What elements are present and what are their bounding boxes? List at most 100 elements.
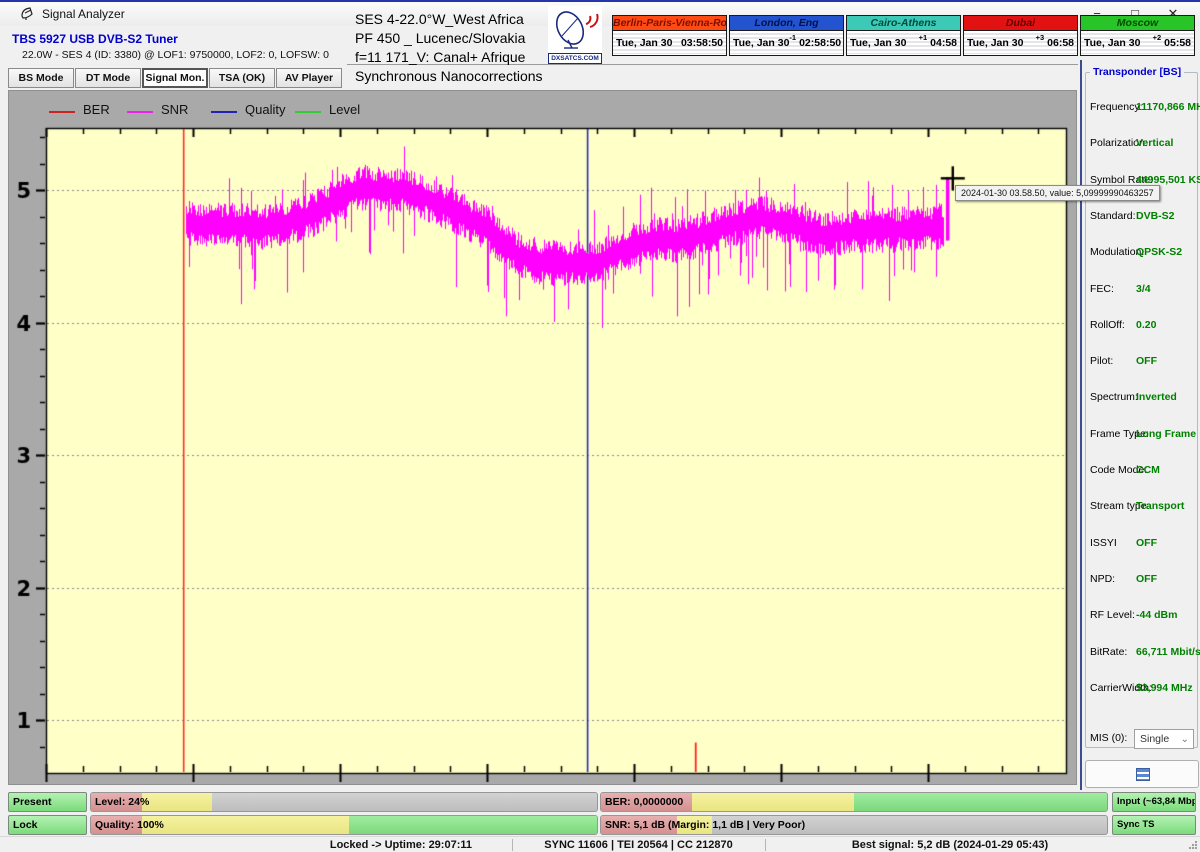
- clock-city: London, Eng: [730, 16, 843, 31]
- transponder-row-label: RF Level:: [1090, 609, 1135, 621]
- mode-tabs: BS Mode DT Mode Signal Mon. TSA (OK) AV …: [8, 68, 342, 88]
- app-icon: [20, 6, 35, 26]
- tab-signal-mon[interactable]: Signal Mon.: [142, 68, 208, 88]
- mis-value: Single: [1140, 733, 1169, 745]
- snr-legend-line: [127, 111, 153, 113]
- logo-text: DXSATCS.COM: [548, 53, 602, 64]
- clock-city: Moscow: [1081, 16, 1194, 31]
- bar-segment: [142, 793, 213, 811]
- transponder-row-label: ISSYI: [1090, 537, 1117, 549]
- world-clock: Dubai Tue, Jan 30 +3 06:58: [963, 15, 1078, 56]
- signal-analyzer-window: Signal Analyzer − □ ✕ TBS 5927 USB DVB-S…: [0, 0, 1200, 850]
- transponder-row: ISSYI OFF: [1086, 537, 1199, 551]
- transponder-row: Pilot: OFF: [1086, 355, 1199, 369]
- transponder-row: CarrierWidth: 53,994 MHz: [1086, 682, 1199, 696]
- clock-city: Dubai: [964, 16, 1077, 31]
- tab-bs-mode[interactable]: BS Mode: [8, 68, 74, 88]
- transponder-row-value: 44995,501 KS/s: [1136, 174, 1200, 186]
- transponder-row-label: Spectrum:: [1090, 391, 1138, 403]
- transponder-row-label: Frequency:: [1090, 101, 1143, 113]
- tab-dt-mode[interactable]: DT Mode: [75, 68, 141, 88]
- transponder-panel: Transponder [BS] Frequency: 11170,866 MH…: [1082, 60, 1200, 790]
- satellite-info: SES 4-22.0°W_West Africa PF 450 _ Lucene…: [355, 10, 543, 86]
- level-bar-label: Level: 24%: [95, 793, 149, 812]
- clock-city: Berlin-Paris-Vienna-Roma: [613, 16, 726, 31]
- clock-time: 03:58:50: [681, 37, 723, 49]
- resize-grip[interactable]: [1188, 840, 1198, 850]
- transponder-row: Frequency: 11170,866 MHz: [1086, 101, 1199, 115]
- clock-time-row: Tue, Jan 30 +2 05:58: [1081, 31, 1194, 54]
- ber-bar-label: BER: 0,0000000: [605, 793, 683, 812]
- dxsatcs-logo: DXSATCS.COM: [548, 6, 602, 64]
- clock-time: 06:58: [1047, 37, 1074, 49]
- transponder-row-value: OFF: [1136, 573, 1157, 585]
- status-box-present: Present: [8, 792, 87, 812]
- clock-time: 04:58: [930, 37, 957, 49]
- quality-bar-label: Quality: 100%: [95, 816, 164, 835]
- mis-label: MIS (0):: [1090, 732, 1127, 744]
- dish-location: PF 450 _ Lucenec/Slovakia: [355, 29, 543, 48]
- chart-tooltip: 2024-01-30 03.58.50, value: 5,0999999046…: [955, 185, 1160, 201]
- transponder-row: Code Mode: CCM: [1086, 464, 1199, 478]
- satellite-name: SES 4-22.0°W_West Africa: [355, 10, 543, 29]
- transponder-row-label: Pilot:: [1090, 355, 1113, 367]
- snr-bar-label: SNR: 5,1 dB (Margin: 1,1 dB | Very Poor): [605, 816, 805, 835]
- save-log-button[interactable]: [1085, 760, 1199, 788]
- tuner-details: 22.0W - SES 4 (ID: 3380) @ LOF1: 9750000…: [22, 49, 329, 61]
- clock-time-row: Tue, Jan 30 +1 04:58: [847, 31, 960, 54]
- chevron-down-icon: ⌄: [1181, 731, 1189, 749]
- window-title: Signal Analyzer: [42, 7, 125, 21]
- transponder-row-value: OFF: [1136, 355, 1157, 367]
- transponder-row-value: 53,994 MHz: [1136, 682, 1193, 694]
- snr-bar: SNR: 5,1 dB (Margin: 1,1 dB | Very Poor): [600, 815, 1108, 835]
- bar-segment: [692, 793, 854, 811]
- clock-date: Tue, Jan 30: [850, 37, 906, 49]
- bar-segment: [349, 816, 597, 834]
- transponder-row-value: -44 dBm: [1136, 609, 1177, 621]
- transponder-row-value: 11170,866 MHz: [1136, 101, 1200, 113]
- transponder-row: Spectrum: Inverted: [1086, 391, 1199, 405]
- transponder-row-label: Standard:: [1090, 210, 1136, 222]
- tuner-name: TBS 5927 USB DVB-S2 Tuner: [12, 32, 178, 46]
- transponder-row-label: BitRate:: [1090, 646, 1127, 658]
- transponder-row: Polarization: Vertical: [1086, 137, 1199, 151]
- transponder-row: Standard: DVB-S2: [1086, 210, 1199, 224]
- ber-legend-label: BER: [83, 102, 110, 117]
- level-legend-label: Level: [329, 102, 360, 117]
- world-clock: Cairo-Athens Tue, Jan 30 +1 04:58: [846, 15, 961, 56]
- transponder-row: RollOff: 0.20: [1086, 319, 1199, 333]
- bar-segment: [142, 816, 349, 834]
- ber-bar: BER: 0,0000000: [600, 792, 1108, 812]
- transponder-row-value: CCM: [1136, 464, 1160, 476]
- bar-segment: [854, 793, 1107, 811]
- chart-region: BER SNR Quality Level: [8, 90, 1077, 785]
- transponder-row: NPD: OFF: [1086, 573, 1199, 587]
- clock-date: Tue, Jan 30: [733, 37, 789, 49]
- transponder-row: Modulation: QPSK-S2: [1086, 246, 1199, 260]
- transponder-row-value: Vertical: [1136, 137, 1173, 149]
- clock-utc-offset: +3: [1036, 33, 1045, 42]
- satellite-dish-icon: [548, 6, 602, 52]
- clock-time-row: Tue, Jan 30 03:58:50: [613, 31, 726, 54]
- tab-tsa[interactable]: TSA (OK): [209, 68, 275, 88]
- status-box-sync-ts: Sync TS: [1112, 815, 1196, 835]
- transponder-row-value: Inverted: [1136, 391, 1177, 403]
- status-box-lock: Lock: [8, 815, 87, 835]
- transponder-row: RF Level: -44 dBm: [1086, 609, 1199, 623]
- level-legend-line: [295, 111, 321, 113]
- transponder-groupbox: Transponder [BS] Frequency: 11170,866 MH…: [1085, 72, 1198, 748]
- signal-chart-canvas[interactable]: [9, 91, 1076, 784]
- transponder-row-value: DVB-S2: [1136, 210, 1175, 222]
- mis-dropdown[interactable]: Single ⌄: [1134, 729, 1194, 749]
- clock-city: Cairo-Athens: [847, 16, 960, 31]
- transponder-row-value: OFF: [1136, 537, 1157, 549]
- transponder-row-value: QPSK-S2: [1136, 246, 1182, 258]
- clock-date: Tue, Jan 30: [616, 37, 672, 49]
- clock-time-row: Tue, Jan 30 -1 02:58:50: [730, 31, 843, 54]
- tab-av-player[interactable]: AV Player: [276, 68, 342, 88]
- transponder-row: FEC: 3/4: [1086, 283, 1199, 297]
- transponder-row-value: 66,711 Mbit/s: [1136, 646, 1200, 658]
- frequency-info: f=11 171_V: Canal+ Afrique: [355, 48, 543, 67]
- clock-utc-offset: +1: [919, 33, 928, 42]
- level-bar: Level: 24%: [90, 792, 598, 812]
